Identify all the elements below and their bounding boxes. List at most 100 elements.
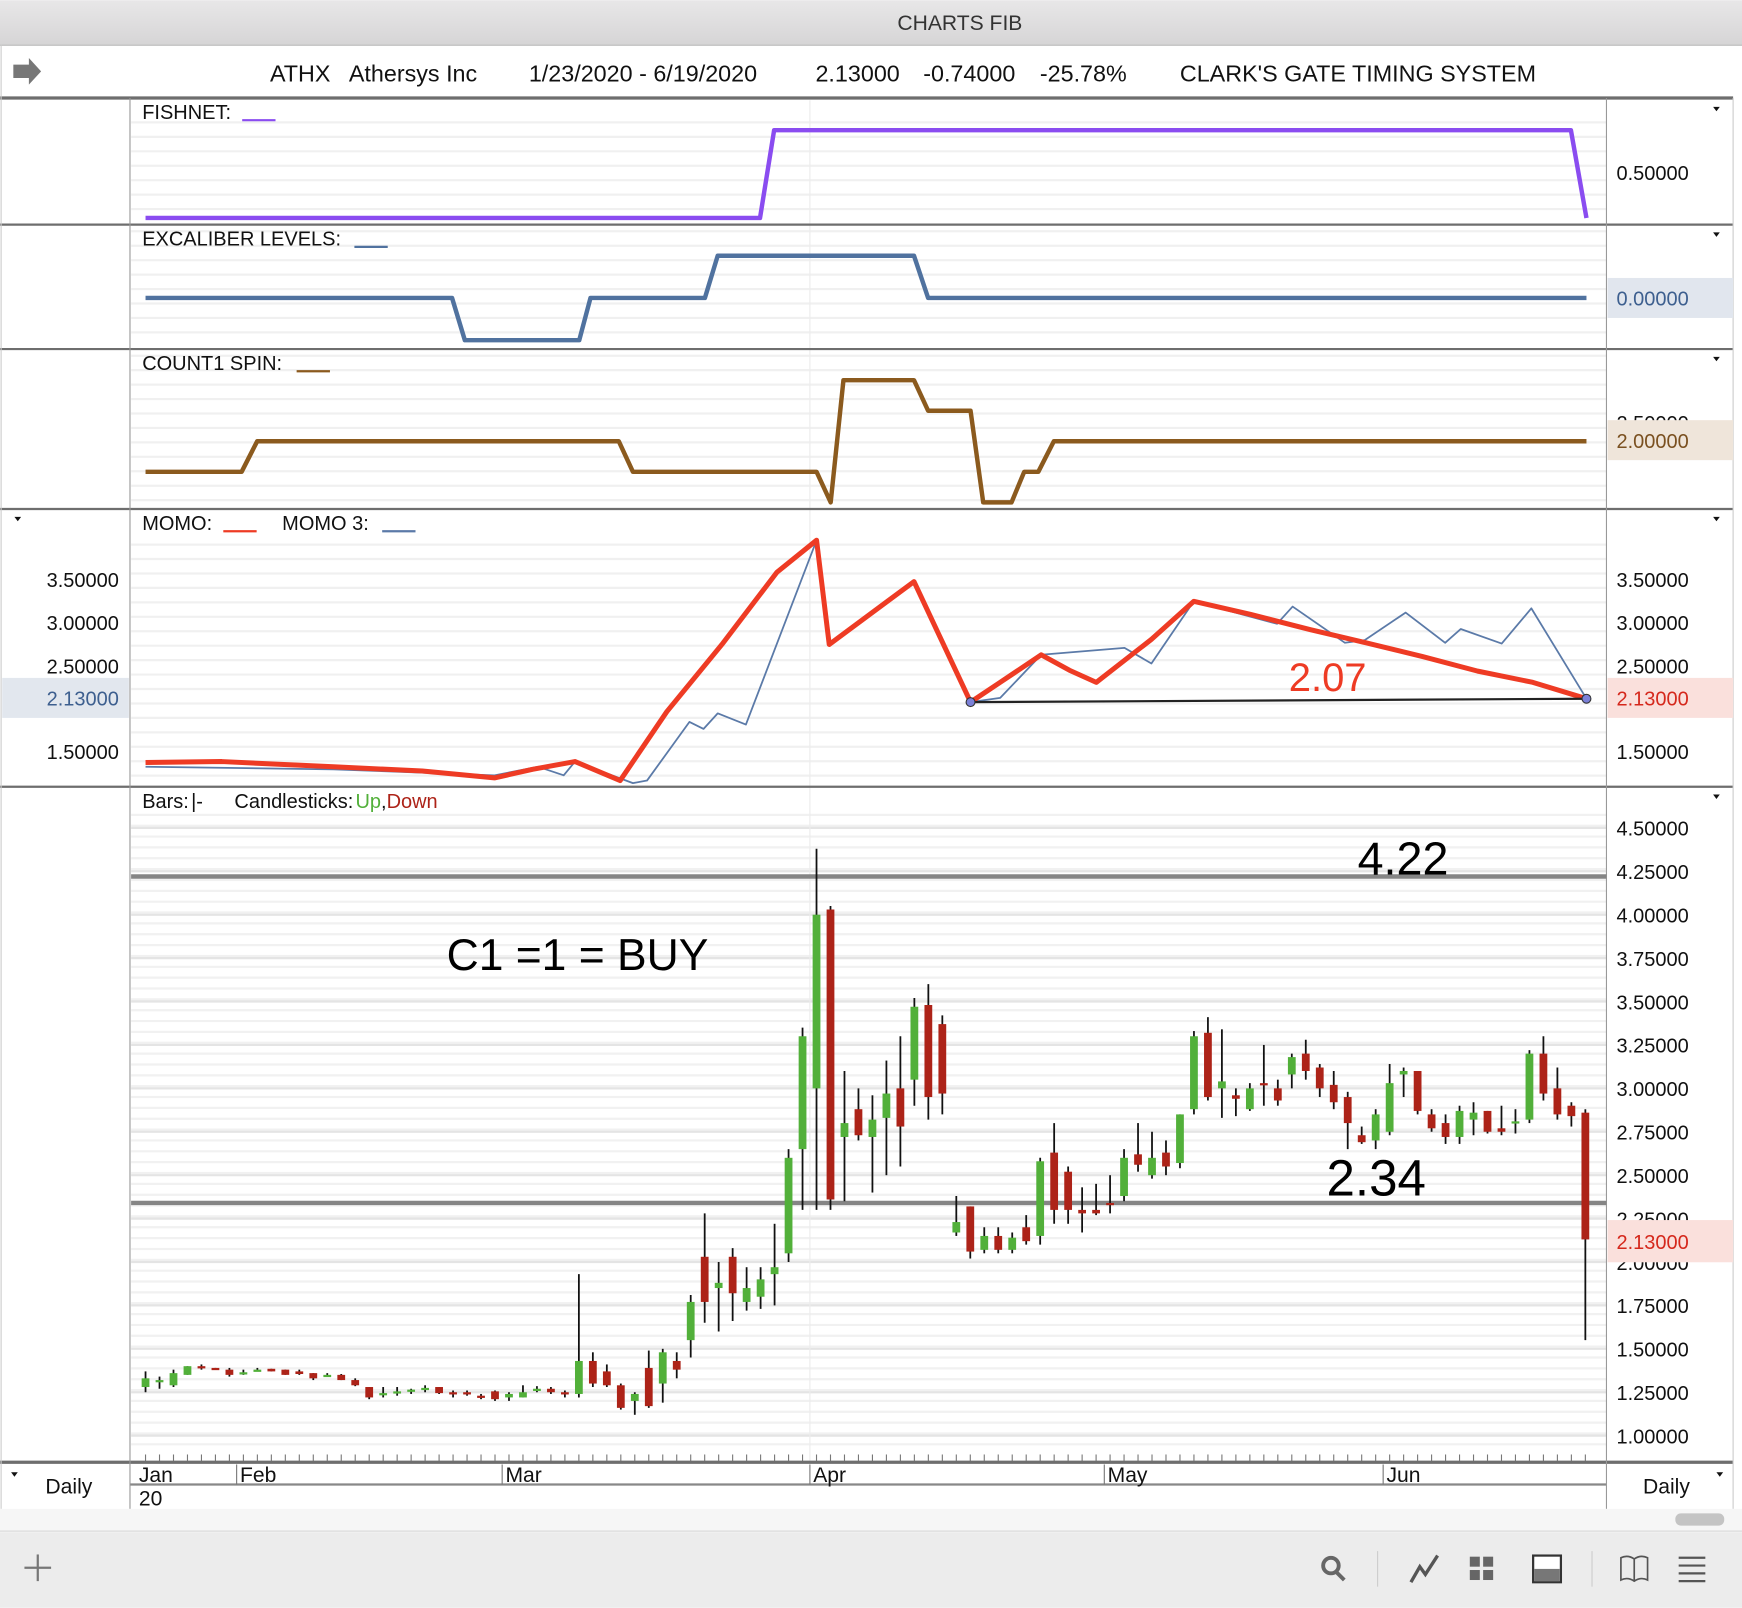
system-name: CLARK'S GATE TIMING SYSTEM	[1180, 60, 1536, 86]
candle-body	[966, 1206, 975, 1252]
trendline-handle	[1581, 693, 1592, 704]
candle-body	[1273, 1088, 1282, 1101]
candle-body	[533, 1388, 541, 1391]
buy-annotation: C1 =1 = BUY	[447, 931, 709, 980]
excaliber-value: 0.00000	[1616, 289, 1688, 311]
candle-body	[1218, 1081, 1226, 1089]
candle-body	[1343, 1097, 1352, 1124]
momo-axis-right: 3.50000 3.00000 2.50000 1.50000	[1616, 570, 1688, 764]
candle-body	[574, 1360, 583, 1394]
candle-body	[435, 1387, 443, 1394]
candle-body	[1036, 1161, 1045, 1236]
candle-down	[1483, 1110, 1492, 1134]
interval-selector-right[interactable]: Daily	[1643, 1475, 1690, 1498]
candle-down	[477, 1393, 485, 1400]
momo-value-left: 2.13000	[47, 689, 119, 711]
candle-down	[616, 1383, 625, 1410]
svg-text:3.50000: 3.50000	[1616, 570, 1688, 592]
candle-body	[505, 1393, 513, 1398]
gridlines	[131, 100, 1607, 1463]
candle-up	[1176, 1114, 1184, 1169]
candle-body	[295, 1371, 304, 1374]
candle-body	[1455, 1110, 1464, 1137]
candle-up	[1148, 1131, 1156, 1179]
candle-up	[1190, 1031, 1198, 1115]
candle-body	[1092, 1209, 1100, 1214]
excaliber-label: EXCALIBER LEVELS:	[142, 229, 341, 251]
candle-body	[1287, 1057, 1296, 1075]
candle-up	[1525, 1050, 1534, 1124]
panel-layout-icon[interactable]	[1532, 1554, 1563, 1584]
candle-up	[1371, 1109, 1380, 1150]
candle-up	[714, 1261, 723, 1332]
price-axis: 4.50000 4.25000 4.00000 3.75000 3.50000 3.250…	[1616, 819, 1688, 1449]
candle-down	[728, 1248, 737, 1322]
candle-body	[1134, 1154, 1142, 1165]
month-may: May	[1108, 1464, 1148, 1487]
candle-body	[938, 1024, 947, 1094]
candle-body	[1008, 1237, 1017, 1250]
svg-text:2.50000: 2.50000	[47, 656, 119, 678]
candle-body	[379, 1393, 388, 1396]
candle-body	[784, 1157, 793, 1254]
momo3-label: MOMO 3:	[282, 513, 369, 535]
candle-down	[337, 1373, 346, 1381]
candle-body	[1441, 1123, 1450, 1137]
candle-down	[644, 1350, 653, 1408]
candle-down	[295, 1369, 304, 1375]
candle-down	[826, 906, 835, 1210]
candle-body	[1553, 1088, 1562, 1115]
forward-arrow-icon[interactable]	[13, 57, 42, 85]
month-jan: Jan	[139, 1464, 173, 1487]
candle-up	[1036, 1157, 1045, 1245]
candle-body	[239, 1372, 248, 1375]
candle-body	[1315, 1067, 1324, 1089]
month-apr: Apr	[813, 1464, 846, 1487]
horizontal-scrollbar[interactable]	[0, 1508, 1742, 1532]
scrollbar-thumb[interactable]	[1675, 1513, 1725, 1526]
plot-area	[131, 127, 1607, 1415]
candle-down	[938, 1015, 947, 1115]
candle-body	[1022, 1227, 1031, 1242]
candle-body	[882, 1093, 891, 1118]
candle-down	[365, 1387, 374, 1400]
svg-text:3.00000: 3.00000	[47, 613, 119, 635]
price-axis-label: 4.25000	[1616, 862, 1688, 884]
candle-body	[393, 1391, 402, 1394]
date-range: 1/23/2020 - 6/19/2020	[529, 60, 757, 86]
candle-up	[505, 1392, 513, 1401]
candle-down	[1567, 1102, 1576, 1127]
ticker: ATHX	[270, 60, 331, 86]
count1-label: COUNT1 SPIN:	[142, 353, 282, 375]
candle-down	[1204, 1017, 1212, 1101]
candle-down	[924, 984, 933, 1120]
candle-down	[966, 1206, 975, 1259]
momo-trendline	[970, 697, 1587, 704]
candle-body	[1385, 1083, 1394, 1132]
candle-body	[561, 1392, 569, 1395]
interval-selector-left[interactable]: Daily	[45, 1475, 92, 1498]
candle-body	[1064, 1171, 1073, 1210]
candle-up	[1399, 1067, 1408, 1098]
candle-body	[770, 1267, 779, 1275]
candle-up	[183, 1366, 192, 1375]
company-name: Athersys Inc	[349, 60, 478, 86]
momo-label: MOMO:	[142, 513, 212, 535]
svg-text:3.00000: 3.00000	[1616, 613, 1688, 635]
price-axis-label: 1.75000	[1616, 1296, 1688, 1318]
candle-body	[407, 1389, 416, 1392]
candle-up	[1120, 1149, 1128, 1202]
price-axis-label: 3.75000	[1616, 949, 1688, 971]
level-low-label: 2.34	[1326, 1150, 1425, 1207]
candle-body	[267, 1368, 276, 1372]
candle-body	[491, 1391, 499, 1400]
candle-body	[686, 1301, 695, 1341]
candle-body	[477, 1395, 485, 1398]
candle-body	[1427, 1114, 1436, 1129]
svg-text:1.50000: 1.50000	[47, 742, 119, 764]
candle-down	[1162, 1140, 1170, 1176]
candle-down	[1315, 1064, 1324, 1098]
candle-body	[616, 1385, 625, 1408]
candle-body	[1204, 1032, 1212, 1098]
candle-body	[994, 1235, 1003, 1250]
